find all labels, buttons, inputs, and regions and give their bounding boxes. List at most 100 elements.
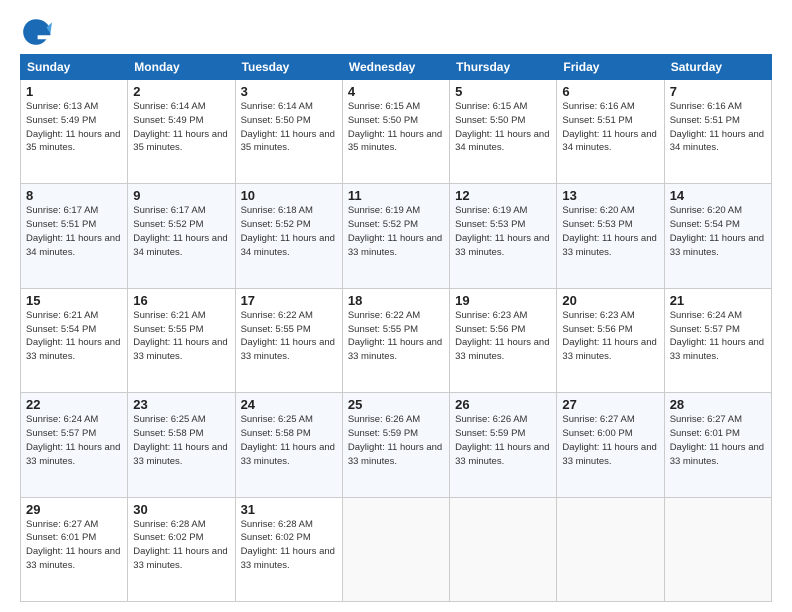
calendar-cell: 6 Sunrise: 6:16 AMSunset: 5:51 PMDayligh… <box>557 80 664 184</box>
weekday-header-wednesday: Wednesday <box>342 55 449 80</box>
calendar-cell <box>342 497 449 601</box>
day-info: Sunrise: 6:23 AMSunset: 5:56 PMDaylight:… <box>455 310 549 362</box>
calendar-cell: 14 Sunrise: 6:20 AMSunset: 5:54 PMDaylig… <box>664 184 771 288</box>
day-number: 15 <box>26 293 122 308</box>
day-info: Sunrise: 6:13 AMSunset: 5:49 PMDaylight:… <box>26 101 120 153</box>
calendar-cell: 25 Sunrise: 6:26 AMSunset: 5:59 PMDaylig… <box>342 393 449 497</box>
day-info: Sunrise: 6:25 AMSunset: 5:58 PMDaylight:… <box>133 414 227 466</box>
day-info: Sunrise: 6:22 AMSunset: 5:55 PMDaylight:… <box>348 310 442 362</box>
weekday-header-saturday: Saturday <box>664 55 771 80</box>
day-number: 5 <box>455 84 551 99</box>
day-info: Sunrise: 6:14 AMSunset: 5:49 PMDaylight:… <box>133 101 227 153</box>
day-info: Sunrise: 6:15 AMSunset: 5:50 PMDaylight:… <box>348 101 442 153</box>
logo-icon <box>20 16 52 48</box>
calendar-cell: 30 Sunrise: 6:28 AMSunset: 6:02 PMDaylig… <box>128 497 235 601</box>
day-info: Sunrise: 6:27 AMSunset: 6:01 PMDaylight:… <box>26 519 120 571</box>
day-number: 18 <box>348 293 444 308</box>
day-info: Sunrise: 6:20 AMSunset: 5:54 PMDaylight:… <box>670 205 764 257</box>
day-number: 20 <box>562 293 658 308</box>
calendar-cell: 29 Sunrise: 6:27 AMSunset: 6:01 PMDaylig… <box>21 497 128 601</box>
day-number: 22 <box>26 397 122 412</box>
day-number: 31 <box>241 502 337 517</box>
day-info: Sunrise: 6:20 AMSunset: 5:53 PMDaylight:… <box>562 205 656 257</box>
day-number: 2 <box>133 84 229 99</box>
day-info: Sunrise: 6:25 AMSunset: 5:58 PMDaylight:… <box>241 414 335 466</box>
day-info: Sunrise: 6:23 AMSunset: 5:56 PMDaylight:… <box>562 310 656 362</box>
day-number: 13 <box>562 188 658 203</box>
calendar-cell: 31 Sunrise: 6:28 AMSunset: 6:02 PMDaylig… <box>235 497 342 601</box>
day-info: Sunrise: 6:21 AMSunset: 5:54 PMDaylight:… <box>26 310 120 362</box>
day-number: 11 <box>348 188 444 203</box>
calendar-cell <box>557 497 664 601</box>
day-number: 3 <box>241 84 337 99</box>
day-number: 29 <box>26 502 122 517</box>
calendar-cell <box>664 497 771 601</box>
day-number: 9 <box>133 188 229 203</box>
calendar-cell: 1 Sunrise: 6:13 AMSunset: 5:49 PMDayligh… <box>21 80 128 184</box>
day-number: 27 <box>562 397 658 412</box>
day-info: Sunrise: 6:17 AMSunset: 5:51 PMDaylight:… <box>26 205 120 257</box>
weekday-header-row: SundayMondayTuesdayWednesdayThursdayFrid… <box>21 55 772 80</box>
day-info: Sunrise: 6:24 AMSunset: 5:57 PMDaylight:… <box>26 414 120 466</box>
day-number: 25 <box>348 397 444 412</box>
page: SundayMondayTuesdayWednesdayThursdayFrid… <box>0 0 792 612</box>
logo <box>20 16 56 48</box>
day-number: 7 <box>670 84 766 99</box>
calendar-cell <box>450 497 557 601</box>
weekday-header-sunday: Sunday <box>21 55 128 80</box>
day-number: 21 <box>670 293 766 308</box>
weekday-header-monday: Monday <box>128 55 235 80</box>
calendar-cell: 7 Sunrise: 6:16 AMSunset: 5:51 PMDayligh… <box>664 80 771 184</box>
day-number: 28 <box>670 397 766 412</box>
day-info: Sunrise: 6:17 AMSunset: 5:52 PMDaylight:… <box>133 205 227 257</box>
header <box>20 16 772 48</box>
weekday-header-friday: Friday <box>557 55 664 80</box>
calendar-cell: 22 Sunrise: 6:24 AMSunset: 5:57 PMDaylig… <box>21 393 128 497</box>
day-info: Sunrise: 6:21 AMSunset: 5:55 PMDaylight:… <box>133 310 227 362</box>
calendar-cell: 24 Sunrise: 6:25 AMSunset: 5:58 PMDaylig… <box>235 393 342 497</box>
calendar-cell: 15 Sunrise: 6:21 AMSunset: 5:54 PMDaylig… <box>21 288 128 392</box>
day-number: 26 <box>455 397 551 412</box>
calendar-cell: 27 Sunrise: 6:27 AMSunset: 6:00 PMDaylig… <box>557 393 664 497</box>
calendar-cell: 12 Sunrise: 6:19 AMSunset: 5:53 PMDaylig… <box>450 184 557 288</box>
calendar-cell: 3 Sunrise: 6:14 AMSunset: 5:50 PMDayligh… <box>235 80 342 184</box>
calendar-cell: 16 Sunrise: 6:21 AMSunset: 5:55 PMDaylig… <box>128 288 235 392</box>
day-info: Sunrise: 6:27 AMSunset: 6:00 PMDaylight:… <box>562 414 656 466</box>
day-info: Sunrise: 6:15 AMSunset: 5:50 PMDaylight:… <box>455 101 549 153</box>
day-number: 14 <box>670 188 766 203</box>
day-info: Sunrise: 6:28 AMSunset: 6:02 PMDaylight:… <box>241 519 335 571</box>
day-number: 30 <box>133 502 229 517</box>
day-info: Sunrise: 6:27 AMSunset: 6:01 PMDaylight:… <box>670 414 764 466</box>
calendar-cell: 18 Sunrise: 6:22 AMSunset: 5:55 PMDaylig… <box>342 288 449 392</box>
day-number: 4 <box>348 84 444 99</box>
calendar-cell: 20 Sunrise: 6:23 AMSunset: 5:56 PMDaylig… <box>557 288 664 392</box>
day-info: Sunrise: 6:22 AMSunset: 5:55 PMDaylight:… <box>241 310 335 362</box>
day-number: 6 <box>562 84 658 99</box>
calendar-cell: 17 Sunrise: 6:22 AMSunset: 5:55 PMDaylig… <box>235 288 342 392</box>
day-number: 16 <box>133 293 229 308</box>
day-info: Sunrise: 6:24 AMSunset: 5:57 PMDaylight:… <box>670 310 764 362</box>
day-info: Sunrise: 6:18 AMSunset: 5:52 PMDaylight:… <box>241 205 335 257</box>
day-info: Sunrise: 6:16 AMSunset: 5:51 PMDaylight:… <box>670 101 764 153</box>
calendar-cell: 28 Sunrise: 6:27 AMSunset: 6:01 PMDaylig… <box>664 393 771 497</box>
day-number: 10 <box>241 188 337 203</box>
day-info: Sunrise: 6:19 AMSunset: 5:53 PMDaylight:… <box>455 205 549 257</box>
calendar-cell: 10 Sunrise: 6:18 AMSunset: 5:52 PMDaylig… <box>235 184 342 288</box>
calendar-cell: 19 Sunrise: 6:23 AMSunset: 5:56 PMDaylig… <box>450 288 557 392</box>
day-info: Sunrise: 6:16 AMSunset: 5:51 PMDaylight:… <box>562 101 656 153</box>
calendar-cell: 23 Sunrise: 6:25 AMSunset: 5:58 PMDaylig… <box>128 393 235 497</box>
weekday-header-thursday: Thursday <box>450 55 557 80</box>
day-info: Sunrise: 6:14 AMSunset: 5:50 PMDaylight:… <box>241 101 335 153</box>
day-number: 8 <box>26 188 122 203</box>
calendar-cell: 4 Sunrise: 6:15 AMSunset: 5:50 PMDayligh… <box>342 80 449 184</box>
day-info: Sunrise: 6:28 AMSunset: 6:02 PMDaylight:… <box>133 519 227 571</box>
calendar-cell: 13 Sunrise: 6:20 AMSunset: 5:53 PMDaylig… <box>557 184 664 288</box>
calendar-cell: 9 Sunrise: 6:17 AMSunset: 5:52 PMDayligh… <box>128 184 235 288</box>
day-info: Sunrise: 6:19 AMSunset: 5:52 PMDaylight:… <box>348 205 442 257</box>
day-number: 17 <box>241 293 337 308</box>
day-number: 23 <box>133 397 229 412</box>
day-info: Sunrise: 6:26 AMSunset: 5:59 PMDaylight:… <box>348 414 442 466</box>
calendar-cell: 5 Sunrise: 6:15 AMSunset: 5:50 PMDayligh… <box>450 80 557 184</box>
calendar-cell: 2 Sunrise: 6:14 AMSunset: 5:49 PMDayligh… <box>128 80 235 184</box>
weekday-header-tuesday: Tuesday <box>235 55 342 80</box>
